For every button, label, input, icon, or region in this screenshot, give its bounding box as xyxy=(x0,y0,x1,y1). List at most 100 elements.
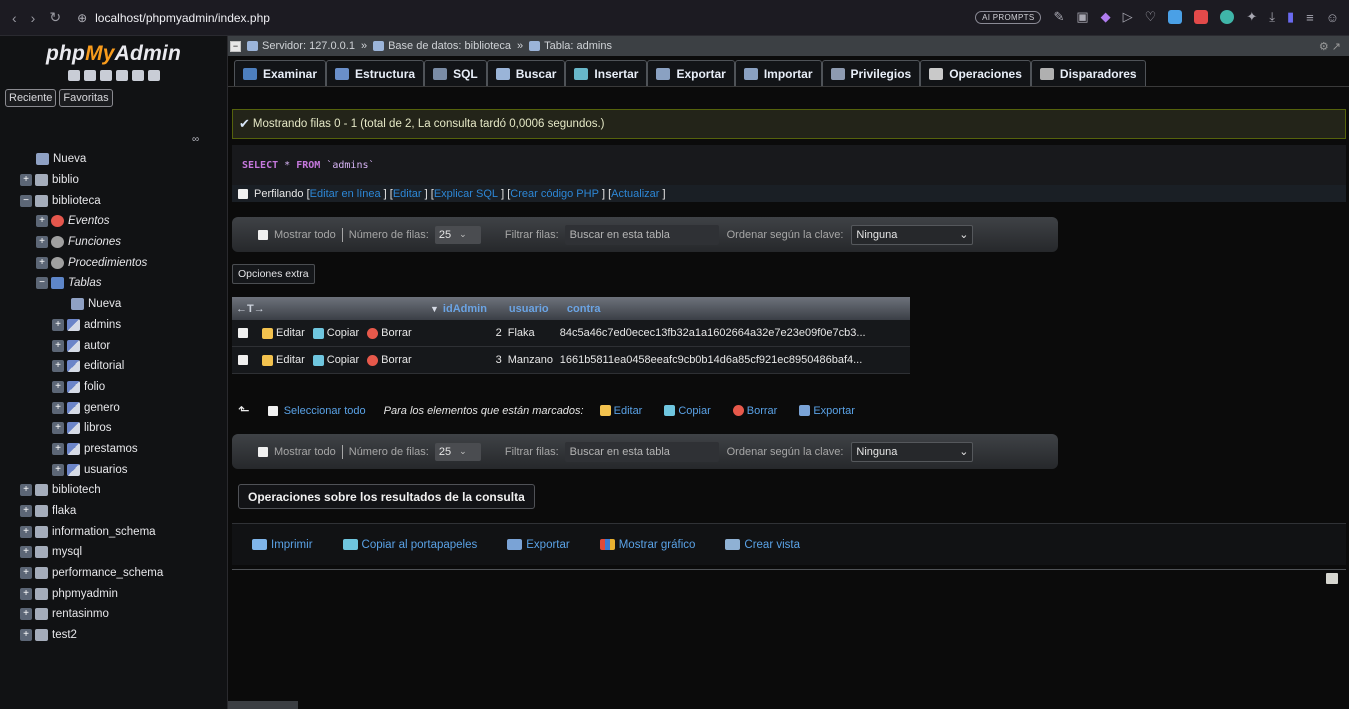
select-all-checkbox[interactable] xyxy=(267,405,278,416)
tree-item-label[interactable]: bibliotech xyxy=(52,484,101,496)
breadcrumb-server[interactable]: Servidor: 127.0.0.1 xyxy=(262,40,355,52)
mass-copy-button[interactable]: Copiar xyxy=(664,405,711,417)
tree-item-tablas[interactable]: − Tablas xyxy=(0,273,228,294)
copy-button[interactable]: Copiar xyxy=(312,354,359,366)
extension-icon[interactable] xyxy=(1220,10,1235,24)
tree-item-eventos[interactable]: + Eventos xyxy=(0,211,228,232)
edit-inline-link[interactable]: Editar en línea xyxy=(310,188,381,200)
tree-item-flaka[interactable]: + flaka xyxy=(0,501,228,522)
tree-item-label[interactable]: prestamos xyxy=(84,443,138,455)
settings-icon[interactable]: ⚙ ↗ xyxy=(1319,40,1341,53)
tree-item-funciones[interactable]: + Funciones xyxy=(0,232,228,253)
filter-input[interactable]: Buscar en esta tabla xyxy=(564,224,719,245)
tab-examinar[interactable]: Examinar xyxy=(234,60,327,86)
download-icon[interactable]: ⤓ xyxy=(1269,9,1275,25)
tree-item-label[interactable]: phpmyadmin xyxy=(52,588,118,600)
tree-item-label[interactable]: mysql xyxy=(52,546,82,558)
order-select[interactable]: Ninguna ⌄ xyxy=(851,224,974,245)
expand-icon[interactable]: + xyxy=(52,360,64,373)
tree-item-label[interactable]: biblioteca xyxy=(52,195,101,207)
tab-estructura[interactable]: Estructura xyxy=(326,60,425,86)
tree-item-admins[interactable]: + admins xyxy=(0,315,228,336)
back-icon[interactable]: ‹ xyxy=(12,10,17,26)
row-checkbox[interactable] xyxy=(238,355,248,365)
docs-icon[interactable] xyxy=(115,70,128,81)
tree-item-autor[interactable]: + autor xyxy=(0,335,228,356)
tree-item-folio[interactable]: + folio xyxy=(0,377,228,398)
tree-item-prestamos[interactable]: + prestamos xyxy=(0,439,228,460)
forward-icon[interactable]: › xyxy=(31,10,36,26)
mass-edit-button[interactable]: Editar xyxy=(599,405,642,417)
site-info-icon[interactable]: ⊕ xyxy=(77,11,87,25)
tab-operaciones[interactable]: Operaciones xyxy=(920,60,1031,86)
column-contra[interactable]: contra xyxy=(567,303,601,315)
exit-icon[interactable] xyxy=(83,70,96,81)
tree-item-label[interactable]: Eventos xyxy=(68,215,110,227)
expand-icon[interactable]: + xyxy=(20,608,32,621)
copy-button[interactable]: Copiar xyxy=(312,327,359,339)
sql-query[interactable]: SELECT * FROM `admins` xyxy=(232,145,1346,185)
tree-item-mysql[interactable]: + mysql xyxy=(0,542,228,563)
show-all-checkbox[interactable] xyxy=(258,229,268,240)
tree-item-label[interactable]: editorial xyxy=(84,360,124,372)
collapse-icon[interactable]: − xyxy=(230,40,241,52)
collapse-icon[interactable]: − xyxy=(36,277,48,290)
expand-icon[interactable]: + xyxy=(20,484,32,497)
tree-item-bibliotech[interactable]: + bibliotech xyxy=(0,480,228,501)
home-icon[interactable] xyxy=(67,70,80,81)
rows-select[interactable]: 25 ⌄ xyxy=(434,442,481,461)
console-bar[interactable] xyxy=(228,701,298,709)
phpmyadmin-logo[interactable]: phpMyAdmin xyxy=(0,36,227,66)
extension-icon[interactable] xyxy=(1168,10,1183,24)
breadcrumb-database[interactable]: Base de datos: biblioteca xyxy=(388,40,511,52)
show-chart-button[interactable]: Mostrar gráfico xyxy=(599,539,695,551)
battery-icon[interactable]: ▮ xyxy=(1287,9,1294,25)
show-all-checkbox[interactable] xyxy=(258,446,268,457)
create-php-link[interactable]: Crear código PHP xyxy=(510,188,599,200)
tree-item-biblioteca[interactable]: − biblioteca xyxy=(0,190,228,211)
link-icon[interactable]: ∞ xyxy=(192,134,199,145)
expand-icon[interactable]: + xyxy=(20,174,32,187)
expand-icon[interactable]: + xyxy=(36,236,48,249)
shield-icon[interactable]: ◆ xyxy=(1101,9,1111,25)
tree-item-label[interactable]: Procedimientos xyxy=(68,257,147,269)
ai-prompts-button[interactable]: AI PROMPTS xyxy=(975,10,1042,24)
edit-button[interactable]: Editar xyxy=(262,327,305,339)
tree-item-test2[interactable]: + test2 xyxy=(0,625,228,646)
expand-icon[interactable]: + xyxy=(20,525,32,538)
export-button[interactable]: Exportar xyxy=(507,539,570,551)
expand-icon[interactable]: + xyxy=(36,215,48,228)
tree-item-label[interactable]: Nueva xyxy=(53,153,86,165)
tree-item-label[interactable]: autor xyxy=(84,340,110,352)
breadcrumb-table[interactable]: Tabla: admins xyxy=(544,40,612,52)
tree-item-usuarios[interactable]: + usuarios xyxy=(0,459,228,480)
heart-icon[interactable]: ♡ xyxy=(1145,9,1157,25)
delete-button[interactable]: Borrar xyxy=(367,327,412,339)
tree-item-libros[interactable]: + libros xyxy=(0,418,228,439)
expand-icon[interactable]: + xyxy=(20,587,32,600)
tab-importar[interactable]: Importar xyxy=(734,60,822,86)
tree-item-label[interactable]: usuarios xyxy=(84,464,127,476)
tree-item-label[interactable]: libros xyxy=(84,422,111,434)
tab-sql[interactable]: SQL xyxy=(424,60,487,86)
select-all-link[interactable]: Seleccionar todo xyxy=(284,405,366,417)
recent-button[interactable]: Reciente xyxy=(5,89,57,107)
column-usuario[interactable]: usuario xyxy=(509,303,567,315)
help-icon[interactable] xyxy=(99,70,112,81)
edit-button[interactable]: Editar xyxy=(262,354,305,366)
tree-item-biblio[interactable]: + biblio xyxy=(0,170,228,191)
print-button[interactable]: Imprimir xyxy=(252,539,313,551)
screenshot-icon[interactable]: ▣ xyxy=(1076,9,1088,25)
settings-icon[interactable] xyxy=(131,70,144,81)
tree-item-procedimientos[interactable]: + Procedimientos xyxy=(0,252,228,273)
refresh-link[interactable]: Actualizar xyxy=(611,188,659,200)
tree-item-label[interactable]: admins xyxy=(84,319,121,331)
tree-item-label[interactable]: folio xyxy=(84,381,105,393)
filter-input[interactable]: Buscar en esta tabla xyxy=(564,441,719,462)
tree-item-rentasinmo[interactable]: + rentasinmo xyxy=(0,604,228,625)
menu-icon[interactable]: ≡ xyxy=(1306,10,1314,25)
collapse-icon[interactable]: − xyxy=(20,194,32,207)
mass-delete-button[interactable]: Borrar xyxy=(732,405,777,417)
reload-icon[interactable]: ↻ xyxy=(49,9,61,26)
tree-item-label[interactable]: information_schema xyxy=(52,526,156,538)
